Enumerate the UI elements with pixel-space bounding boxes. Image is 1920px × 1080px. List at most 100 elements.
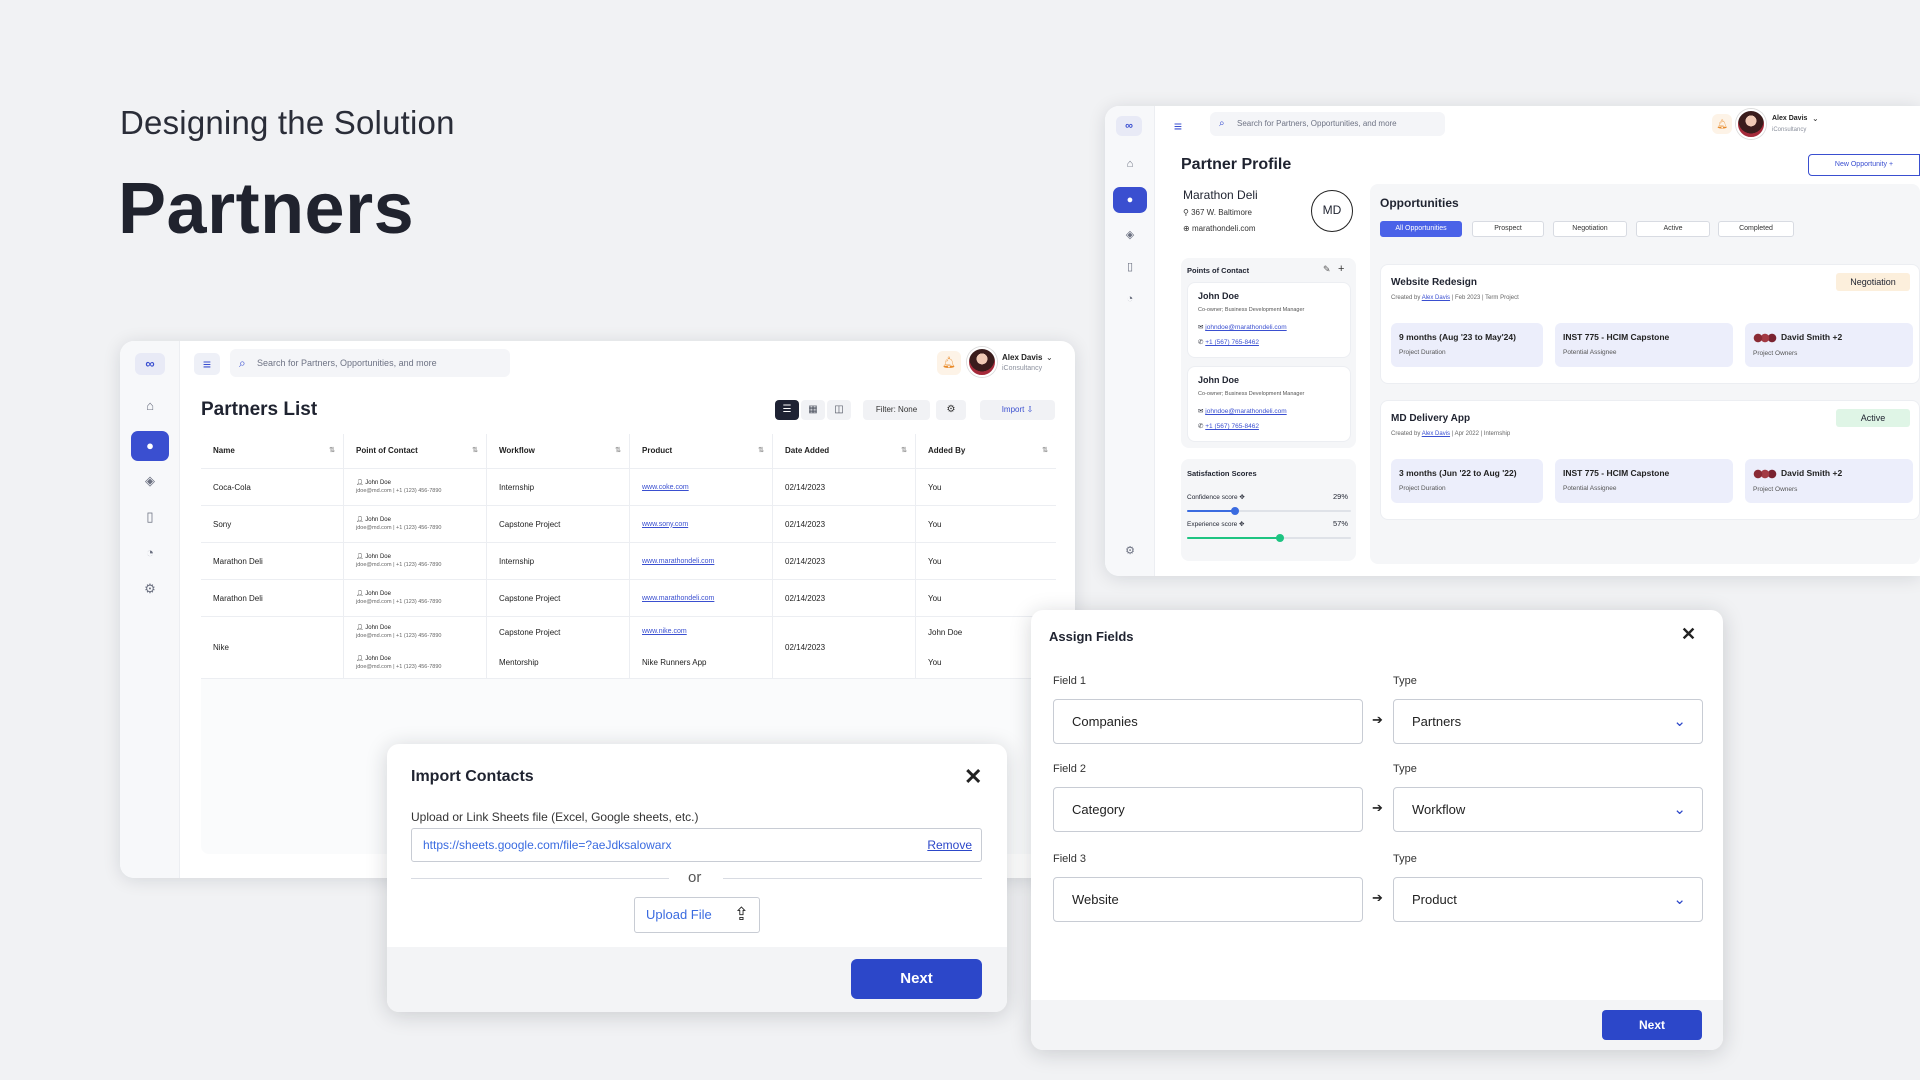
split-view-button[interactable]: ◫ xyxy=(827,400,851,420)
table-row[interactable]: Sony 👤︎ John Doe jdoe@md.com | +1 (123) 4… xyxy=(201,505,1056,542)
contact-email[interactable]: ✉ johndoe@marathondeli.com xyxy=(1198,323,1287,331)
product-link[interactable]: www.marathondeli.com xyxy=(642,558,772,565)
search-input[interactable]: ⌕ Search for Partners, Opportunities, and… xyxy=(230,349,510,377)
field-input[interactable]: Website xyxy=(1053,877,1363,922)
column-header[interactable]: Added By ⇅ xyxy=(916,434,1056,468)
contact-cell: 👤︎ John Doe jdoe@md.com | +1 (123) 456-78… xyxy=(344,506,487,542)
type-select[interactable]: Partners ⌄ xyxy=(1393,699,1703,744)
home-icon[interactable]: ⌂ xyxy=(140,396,160,416)
close-icon[interactable]: ✕ xyxy=(964,766,982,788)
sidebar: ∞ ⌂ ● ◈ ▯ ◔ ⚙ xyxy=(1105,106,1155,576)
product-link[interactable]: www.marathondeli.com xyxy=(642,595,772,602)
document-icon[interactable]: ▯ xyxy=(1120,257,1140,277)
search-input[interactable]: ⌕ Search for Partners, Opportunities, and… xyxy=(1210,112,1445,136)
opportunity-title: MD Delivery App xyxy=(1391,413,1471,424)
product-cell: www.coke.com xyxy=(630,469,773,505)
experience-slider[interactable] xyxy=(1187,534,1351,542)
table-settings-button[interactable]: ⚙ xyxy=(936,400,966,420)
avatar[interactable] xyxy=(1736,109,1766,139)
menu-icon[interactable]: ≡ xyxy=(194,353,220,375)
arrow-right-icon: ➔ xyxy=(1372,800,1383,815)
edit-icon[interactable]: ✎ xyxy=(1323,264,1331,275)
table-row[interactable]: Nike 👤︎ John Doe jdoe@md.com | +1 (123) 4… xyxy=(201,616,1056,679)
field-input[interactable]: Category xyxy=(1053,787,1363,832)
app-logo[interactable]: ∞ xyxy=(1116,116,1142,136)
type-label: Type xyxy=(1393,675,1417,687)
next-button[interactable]: Next xyxy=(1602,1010,1702,1040)
modal-footer: Next xyxy=(387,947,1007,1012)
column-header[interactable]: Product ⇅ xyxy=(630,434,773,468)
opportunity-card[interactable]: Website Redesign Negotiation Created by … xyxy=(1380,264,1920,384)
settings-icon[interactable]: ⚙ xyxy=(1120,541,1140,561)
list-view-button[interactable]: ☰ xyxy=(775,400,799,420)
date-cell: 02/14/2023 xyxy=(773,580,916,616)
close-icon[interactable]: ✕ xyxy=(1681,625,1696,643)
product-link[interactable]: www.sony.com xyxy=(642,521,772,528)
opportunity-card[interactable]: MD Delivery App Active Created by Alex D… xyxy=(1380,400,1920,520)
column-header[interactable]: Point of Contact ⇅ xyxy=(344,434,487,468)
filter-chip[interactable]: Negotiation xyxy=(1553,221,1627,237)
chevron-down-icon[interactable]: ⌄ xyxy=(1046,353,1053,362)
workflow-cell: Internship xyxy=(487,469,630,505)
table-row[interactable]: Marathon Deli 👤︎ John Doe jdoe@md.com | +… xyxy=(201,579,1056,616)
notification-bell-icon[interactable]: 🔔︎ xyxy=(1712,114,1732,134)
settings-icon[interactable]: ⚙ xyxy=(140,579,160,599)
home-icon[interactable]: ⌂ xyxy=(1120,154,1140,174)
type-select[interactable]: Workflow ⌄ xyxy=(1393,787,1703,832)
table-row[interactable]: Coca-Cola 👤︎ John Doe jdoe@md.com | +1 (1… xyxy=(201,468,1056,505)
opportunity-title: Website Redesign xyxy=(1391,277,1477,288)
modal-footer: Next xyxy=(1031,1000,1723,1050)
column-header[interactable]: Workflow ⇅ xyxy=(487,434,630,468)
status-badge: Negotiation xyxy=(1836,273,1910,291)
import-button[interactable]: Import ⇩ xyxy=(980,400,1055,420)
product-link[interactable]: www.coke.com xyxy=(642,484,772,491)
remove-link[interactable]: Remove xyxy=(927,829,972,861)
column-header[interactable]: Date Added ⇅ xyxy=(773,434,916,468)
avatar[interactable] xyxy=(967,347,997,377)
partner-name: Marathon Deli xyxy=(1183,188,1258,202)
product-link[interactable]: www.nike.com xyxy=(642,628,772,635)
sheet-url-input[interactable]: https://sheets.google.com/file=?aeJdksal… xyxy=(411,828,982,862)
contact-email[interactable]: ✉ johndoe@marathondeli.com xyxy=(1198,407,1287,415)
column-header[interactable]: Name ⇅ xyxy=(201,434,344,468)
section-title: Partners xyxy=(118,169,415,249)
partners-icon[interactable]: ● xyxy=(1113,187,1147,213)
workflow-cell: Capstone Project xyxy=(487,506,630,542)
notification-bell-icon[interactable]: 🔔︎ xyxy=(937,351,961,375)
upload-file-button[interactable]: Upload File ⇪ xyxy=(634,897,760,933)
document-icon[interactable]: ▯ xyxy=(140,507,160,527)
layers-icon[interactable]: ◈ xyxy=(140,471,160,491)
grid-view-button[interactable]: ▦ xyxy=(801,400,825,420)
app-logo[interactable]: ∞ xyxy=(135,353,165,375)
filter-chip[interactable]: Completed xyxy=(1718,221,1794,237)
filter-chip[interactable]: All Opportunities xyxy=(1380,221,1462,237)
divider xyxy=(723,878,982,879)
layers-icon[interactable]: ◈ xyxy=(1120,225,1140,245)
contact-role: Co-owner; Business Development Manager xyxy=(1198,307,1305,313)
next-button[interactable]: Next xyxy=(851,959,982,999)
filter-chip[interactable]: Active xyxy=(1636,221,1710,237)
type-select[interactable]: Product ⌄ xyxy=(1393,877,1703,922)
opportunities-title: Opportunities xyxy=(1380,196,1459,210)
menu-icon[interactable]: ≡ xyxy=(1165,115,1191,137)
new-opportunity-button[interactable]: New Opportunity + xyxy=(1808,154,1920,176)
contact-phone[interactable]: ✆ +1 (567) 765-8462 xyxy=(1198,338,1259,346)
opportunity-meta: Created by Alex Davis | Apr 2022 | Inter… xyxy=(1391,431,1511,437)
top-bar: ≡ ⌕ Search for Partners, Opportunities, a… xyxy=(180,341,1075,385)
table-row[interactable]: Marathon Deli 👤︎ John Doe jdoe@md.com | +… xyxy=(201,542,1056,579)
arrow-right-icon: ➔ xyxy=(1372,712,1383,727)
filter-button[interactable]: Filter: None xyxy=(863,400,930,420)
partners-icon[interactable]: ● xyxy=(131,431,169,461)
add-icon[interactable]: + xyxy=(1338,263,1344,275)
contact-card[interactable]: John Doe Co-owner; Business Development … xyxy=(1187,282,1351,358)
contact-card[interactable]: John Doe Co-owner; Business Development … xyxy=(1187,366,1351,442)
filter-chip[interactable]: Prospect xyxy=(1472,221,1544,237)
pie-chart-icon[interactable]: ◔ xyxy=(140,543,160,563)
chevron-down-icon[interactable]: ⌄ xyxy=(1812,114,1819,123)
pie-chart-icon[interactable]: ◔ xyxy=(1120,289,1140,309)
modal-title: Assign Fields xyxy=(1049,629,1134,644)
confidence-slider[interactable] xyxy=(1187,507,1351,515)
field-input[interactable]: Companies xyxy=(1053,699,1363,744)
search-icon: ⌕ xyxy=(1219,118,1225,129)
contact-phone[interactable]: ✆ +1 (567) 765-8462 xyxy=(1198,422,1259,430)
